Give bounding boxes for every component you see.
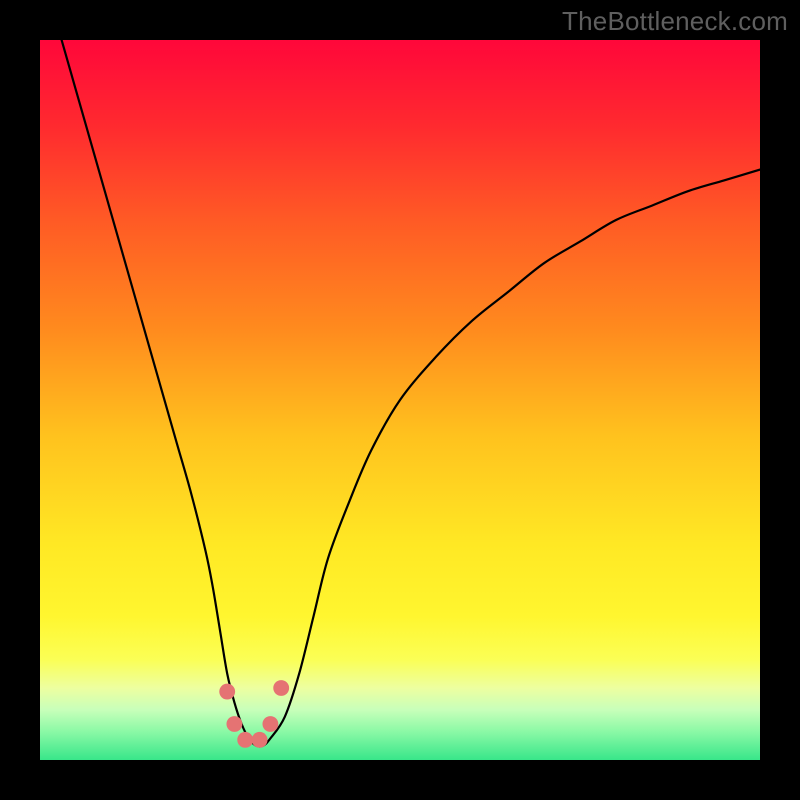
curve-marker (226, 716, 242, 732)
chart-frame: TheBottleneck.com (0, 0, 800, 800)
watermark-text: TheBottleneck.com (562, 6, 788, 37)
curve-marker (252, 732, 268, 748)
curve-marker (237, 732, 253, 748)
curve-marker (219, 684, 235, 700)
curve-marker (273, 680, 289, 696)
curve-marker (262, 716, 278, 732)
plot-area (40, 40, 760, 760)
chart-svg (40, 40, 760, 760)
